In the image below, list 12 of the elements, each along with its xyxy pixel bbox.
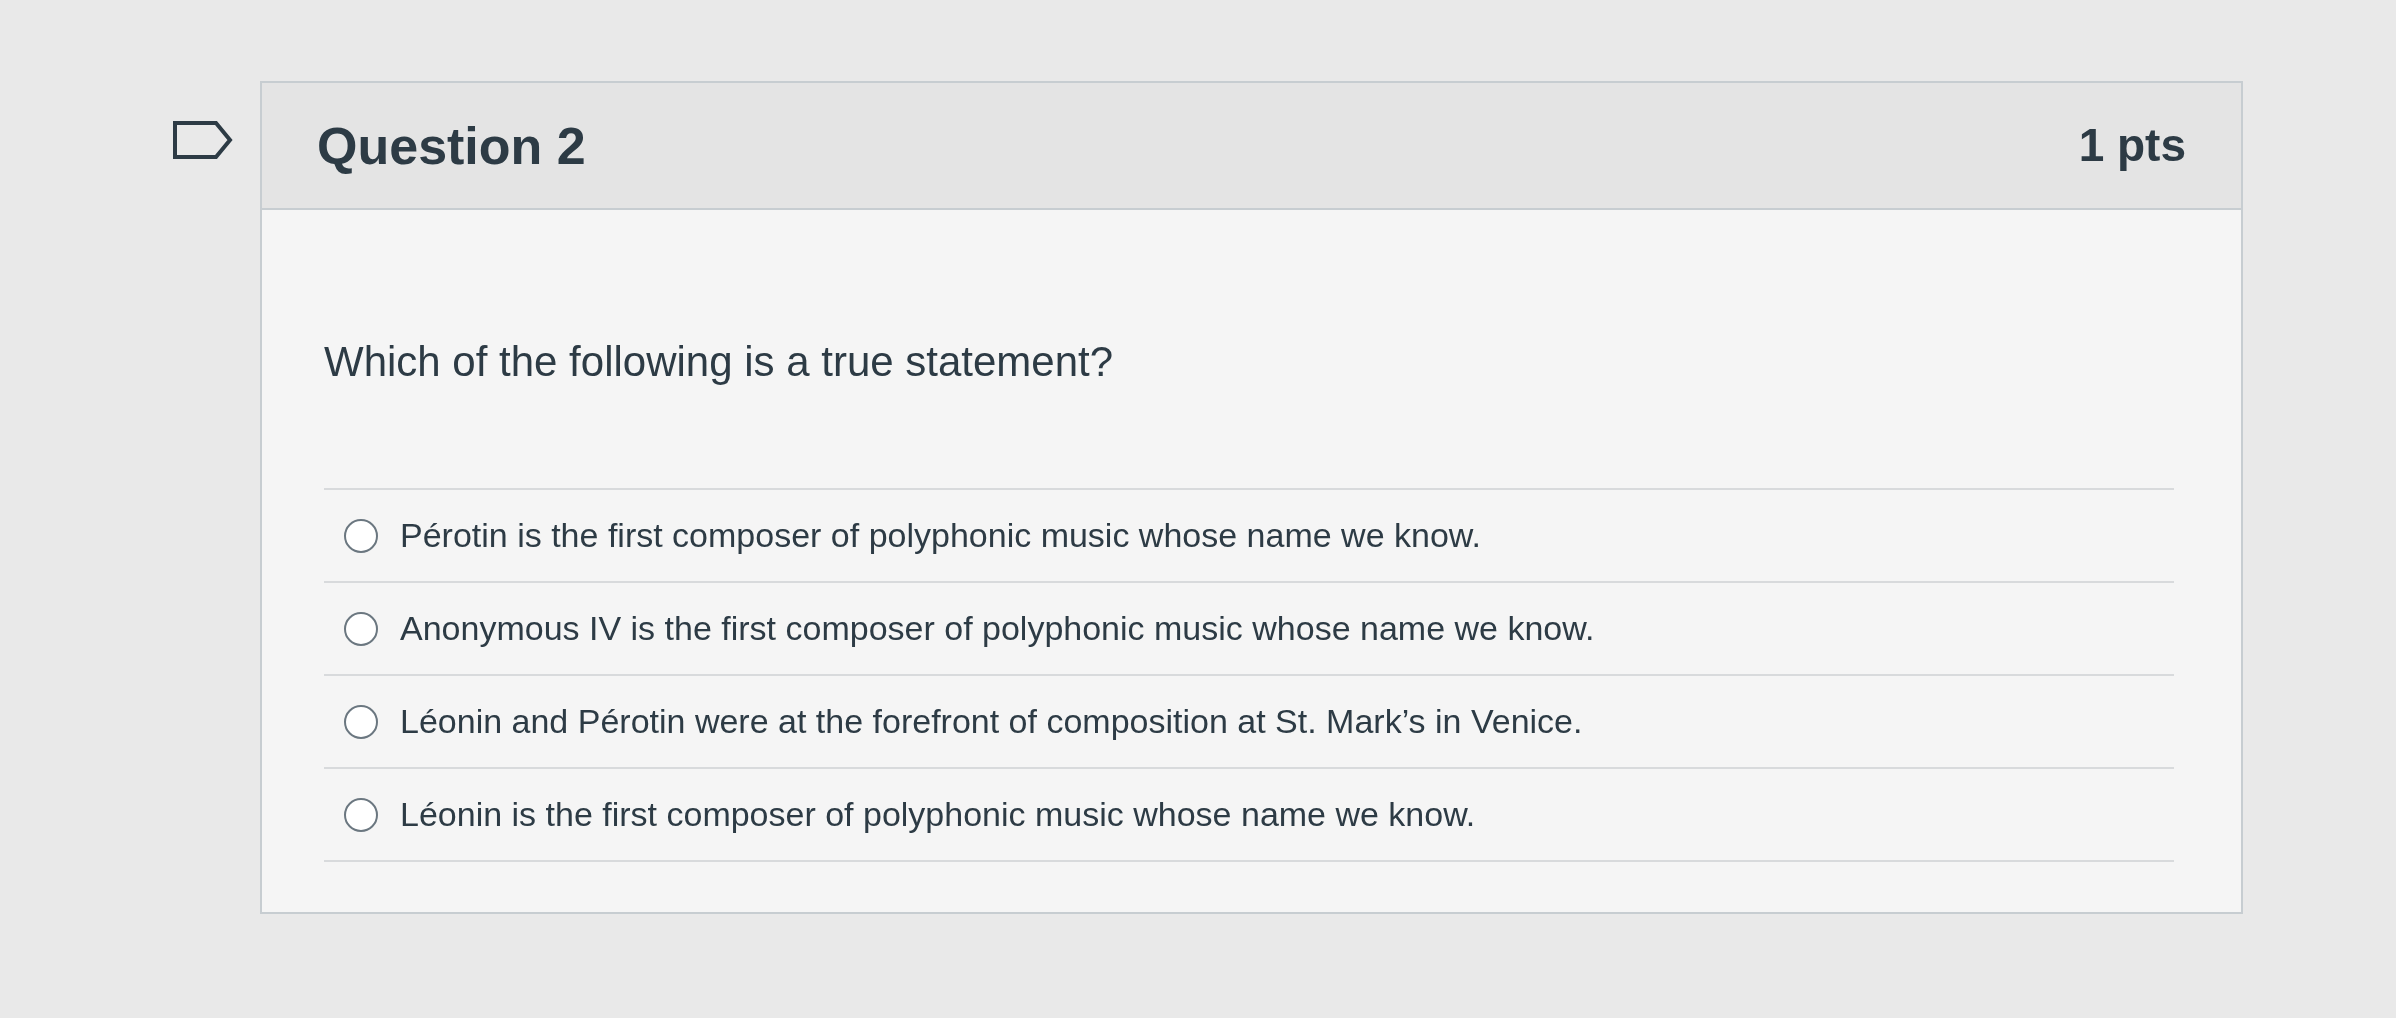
radio-button[interactable] bbox=[344, 518, 378, 553]
answer-option: Léonin and Pérotin were at the forefront of composition at St. Mark’s in Venice. bbox=[400, 696, 1583, 747]
points-label: 1 pts bbox=[2078, 118, 2186, 173]
radio-button[interactable] bbox=[344, 797, 378, 832]
answer-option: Léonin is the first composer of polyphonic music whose name we know. bbox=[400, 789, 1476, 840]
radio-button[interactable] bbox=[344, 704, 378, 739]
question-prompt: Which of the following is a true statement? bbox=[324, 337, 1115, 387]
answer-option: Anonymous IV is the first composer of polyphonic music whose name we know. bbox=[400, 603, 1595, 654]
radio-button[interactable] bbox=[344, 611, 378, 646]
question-title: Question 2 bbox=[317, 115, 586, 177]
answer-option: Pérotin is the first composer of polyphonic music whose name we know. bbox=[400, 510, 1481, 561]
flag-icon[interactable] bbox=[172, 120, 234, 160]
